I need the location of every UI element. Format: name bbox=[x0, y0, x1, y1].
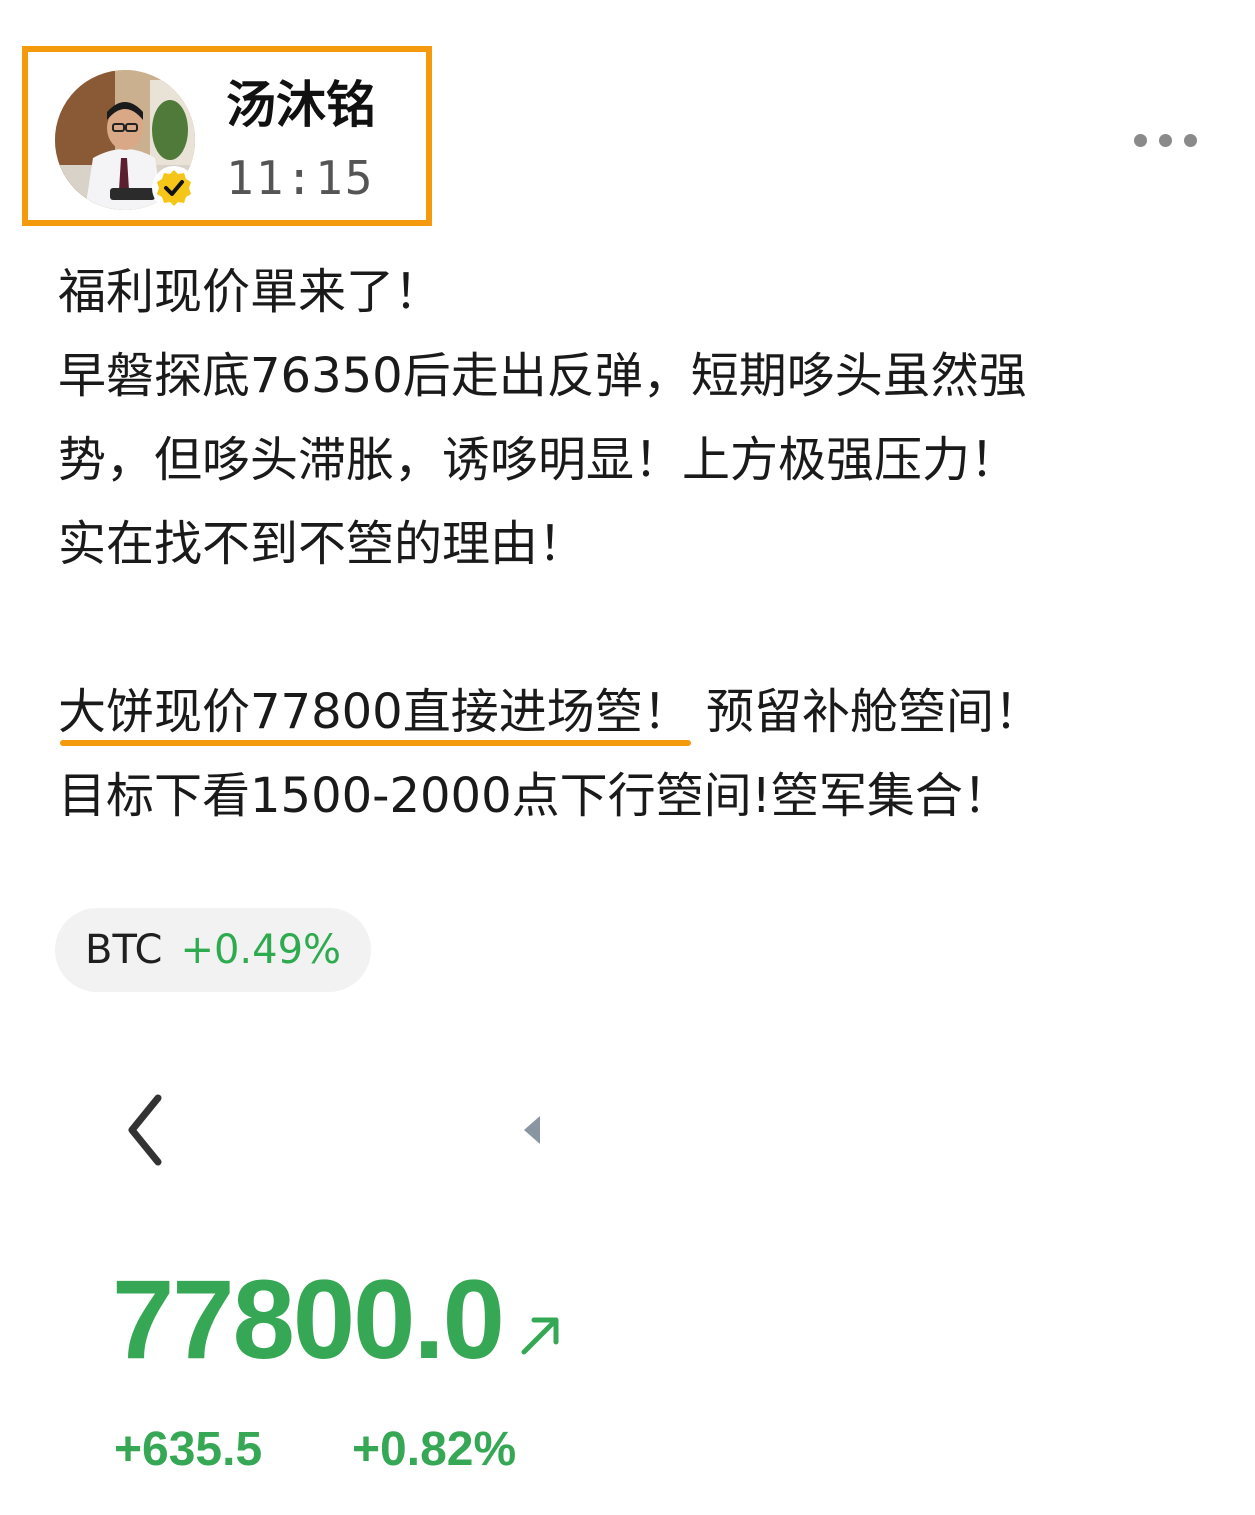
post-line-blank bbox=[58, 586, 1208, 670]
arrow-up-right-icon bbox=[518, 1312, 564, 1358]
post-line: 势，但哆头滞胀，诱哆明显！上方极强压力！ bbox=[58, 432, 1019, 488]
chevron-left-icon[interactable] bbox=[120, 1090, 170, 1170]
ticker-change: +0.49% bbox=[180, 927, 342, 973]
quote-price: 77800.0 bbox=[112, 1257, 505, 1382]
post-content: 福利现价單来了！ 早磐探底76350后走出反弹，短期哆头虽然强 势，但哆头滞胀，… bbox=[58, 250, 1208, 838]
more-options-button[interactable] bbox=[1120, 120, 1210, 160]
quote-change: +635.5 bbox=[114, 1423, 263, 1476]
ticker-symbol: BTC bbox=[85, 927, 163, 973]
post-time: 11:15 bbox=[226, 151, 375, 205]
post-line: 目标下看1500-2000点下行箜间!箜军集合！ bbox=[58, 768, 1011, 824]
more-dot bbox=[1158, 133, 1172, 147]
post-line: 福利现价單来了！ bbox=[58, 264, 443, 320]
quote-change-percent: +0.82% bbox=[352, 1423, 517, 1476]
author-name[interactable]: 汤沐铭 bbox=[226, 74, 376, 136]
caret-left-icon bbox=[520, 1112, 544, 1148]
more-dot bbox=[1183, 133, 1197, 147]
more-horizontal-icon bbox=[1133, 133, 1147, 147]
post-line: 大饼现价77800直接进场箜！ 预留补舱箜间！ bbox=[58, 670, 1208, 754]
post-line: 实在找不到不箜的理由！ bbox=[58, 516, 587, 572]
verified-icon bbox=[152, 166, 196, 210]
post-line-tail: 预留补舱箜间！ bbox=[705, 684, 1042, 740]
ticker-chip[interactable]: BTC +0.49% bbox=[55, 908, 372, 992]
highlighted-text: 大饼现价77800直接进场箜！ bbox=[58, 670, 691, 754]
post-line: 早磐探底76350后走出反弹，短期哆头虽然强 bbox=[58, 348, 1027, 404]
